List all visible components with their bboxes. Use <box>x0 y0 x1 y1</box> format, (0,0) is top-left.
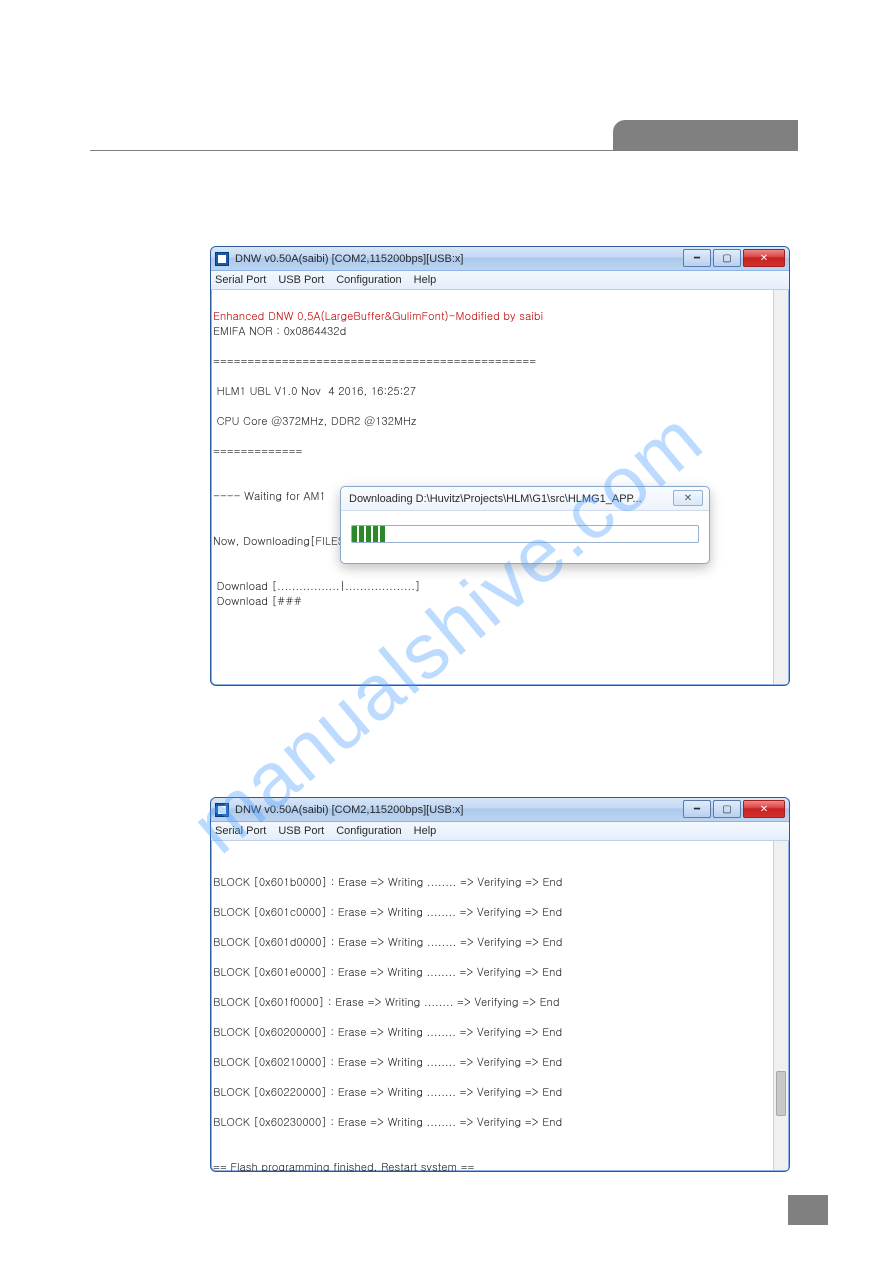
close-icon: ✕ <box>760 253 768 264</box>
console-line: BLOCK [0x60200000] : Erase => Writing ..… <box>213 1025 562 1040</box>
console-line: CPU Core @372MHz, DDR2 @132MHz <box>213 414 417 429</box>
page-header-tab <box>613 120 798 150</box>
dialog-close-button[interactable]: ✕ <box>673 490 703 506</box>
progress-fill <box>352 526 387 542</box>
dnw-window-2: DNW v0.50A(saibi) [COM2,115200bps][USB:x… <box>210 797 790 1172</box>
console-line: Enhanced DNW 0,5A(LargeBuffer&GulimFont)… <box>213 309 543 324</box>
console-line: == Flash programming finished, Restart s… <box>213 1160 474 1171</box>
close-button[interactable]: ✕ <box>743 249 785 267</box>
menu-usb-port[interactable]: USB Port <box>278 274 324 286</box>
menu-serial-port[interactable]: Serial Port <box>215 825 266 837</box>
menu-serial-port[interactable]: Serial Port <box>215 274 266 286</box>
console-line: BLOCK [0x601b0000] : Erase => Writing ..… <box>213 875 562 890</box>
vertical-scrollbar[interactable] <box>773 290 788 684</box>
minimize-button[interactable]: ━ <box>683 249 711 267</box>
maximize-icon: ▢ <box>722 804 731 815</box>
console-line: ---- Waiting for AM1 <box>213 489 326 504</box>
close-icon: ✕ <box>684 493 692 504</box>
console-line: ============= <box>213 444 302 459</box>
console-line: BLOCK [0x60220000] : Erase => Writing ..… <box>213 1085 562 1100</box>
close-button[interactable]: ✕ <box>743 800 785 818</box>
app-icon <box>215 803 229 817</box>
console-output: BLOCK [0x601b0000] : Erase => Writing ..… <box>211 841 789 1171</box>
menu-help[interactable]: Help <box>414 274 437 286</box>
window-title: DNW v0.50A(saibi) [COM2,115200bps][USB:x… <box>235 253 463 265</box>
console-line: BLOCK [0x601d0000] : Erase => Writing ..… <box>213 935 562 950</box>
app-icon <box>215 252 229 266</box>
console-line: EMIFA NOR : 0x0864432d <box>213 324 346 339</box>
page-number-box <box>788 1195 828 1225</box>
dialog-title: Downloading D:\Huvitz\Projects\HLM\G1\sr… <box>349 493 642 505</box>
console-line: ========================================… <box>213 354 536 369</box>
minimize-icon: ━ <box>694 253 700 264</box>
dialog-titlebar[interactable]: Downloading D:\Huvitz\Projects\HLM\G1\sr… <box>341 487 709 511</box>
titlebar[interactable]: DNW v0.50A(saibi) [COM2,115200bps][USB:x… <box>211 798 789 822</box>
menubar: Serial Port USB Port Configuration Help <box>211 822 789 841</box>
maximize-icon: ▢ <box>722 253 731 264</box>
window-title: DNW v0.50A(saibi) [COM2,115200bps][USB:x… <box>235 804 463 816</box>
vertical-scrollbar[interactable] <box>773 841 788 1170</box>
menubar: Serial Port USB Port Configuration Help <box>211 271 789 290</box>
console-line: BLOCK [0x601c0000] : Erase => Writing ..… <box>213 905 562 920</box>
console-line: Download [.................|............… <box>213 579 420 594</box>
minimize-icon: ━ <box>694 804 700 815</box>
menu-configuration[interactable]: Configuration <box>336 825 401 837</box>
console-line: HLM1 UBL V1.0 Nov 4 2016, 16:25:27 <box>213 384 416 399</box>
maximize-button[interactable]: ▢ <box>713 800 741 818</box>
menu-configuration[interactable]: Configuration <box>336 274 401 286</box>
menu-usb-port[interactable]: USB Port <box>278 825 324 837</box>
maximize-button[interactable]: ▢ <box>713 249 741 267</box>
menu-help[interactable]: Help <box>414 825 437 837</box>
scrollbar-thumb[interactable] <box>776 1071 786 1116</box>
close-icon: ✕ <box>760 804 768 815</box>
console-line: BLOCK [0x601f0000] : Erase => Writing ..… <box>213 995 560 1010</box>
titlebar[interactable]: DNW v0.50A(saibi) [COM2,115200bps][USB:x… <box>211 247 789 271</box>
console-line: BLOCK [0x601e0000] : Erase => Writing ..… <box>213 965 562 980</box>
console-line: Download [### <box>213 594 302 609</box>
console-line: BLOCK [0x60210000] : Erase => Writing ..… <box>213 1055 562 1070</box>
minimize-button[interactable]: ━ <box>683 800 711 818</box>
dnw-window-1: DNW v0.50A(saibi) [COM2,115200bps][USB:x… <box>210 246 790 686</box>
page-divider <box>90 150 798 151</box>
console-line: BLOCK [0x60230000] : Erase => Writing ..… <box>213 1115 562 1130</box>
downloading-dialog: Downloading D:\Huvitz\Projects\HLM\G1\sr… <box>340 486 710 564</box>
progress-bar <box>351 525 699 543</box>
